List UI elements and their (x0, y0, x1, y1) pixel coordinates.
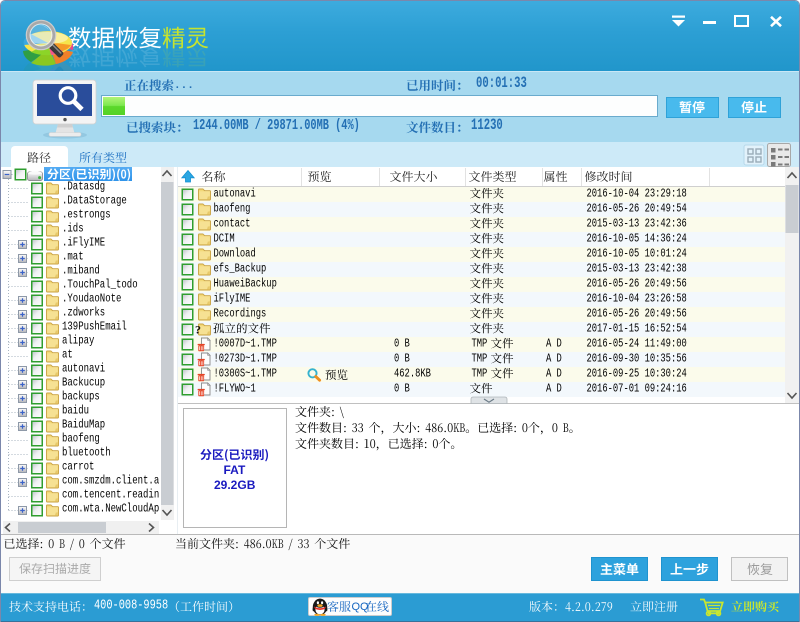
svg-text:?: ? (195, 323, 201, 337)
